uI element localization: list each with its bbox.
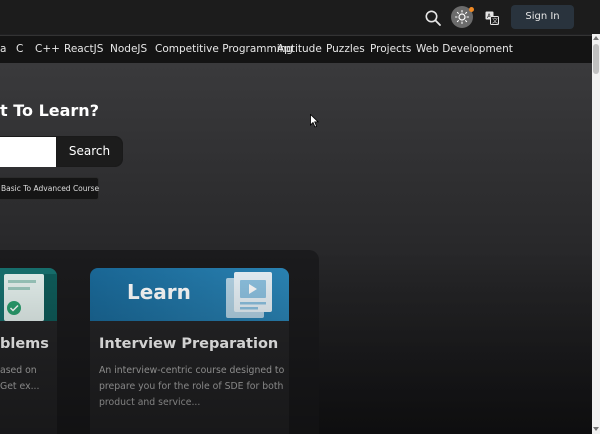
nav-item-web-development[interactable]: Web Development (416, 36, 513, 63)
search-icon[interactable] (424, 9, 442, 27)
notification-dot (469, 7, 474, 12)
card-title: blems (0, 336, 49, 352)
card-description: An interview-centric course designed to … (99, 365, 285, 408)
certificate-icon (4, 274, 57, 321)
scroll-up-icon[interactable] (593, 36, 599, 40)
card-description: ased on Get ex... (0, 365, 40, 392)
course-suggestion-chip[interactable]: Basic To Advanced Course (0, 177, 99, 200)
scrollbar-thumb[interactable] (593, 44, 599, 74)
translate-icon[interactable]: A 文 (485, 10, 499, 25)
mouse-cursor-icon (310, 114, 320, 128)
page-scrollbar[interactable] (592, 34, 600, 434)
scroll-down-icon[interactable] (593, 427, 599, 431)
video-lesson-icon (226, 272, 272, 318)
nav-item-aptitude[interactable]: Aptitude (277, 36, 322, 63)
nav-item-competitive-programming[interactable]: Competitive Programming (155, 36, 293, 63)
nav-item-projects[interactable]: Projects (370, 36, 411, 63)
topic-nav: a C C++ ReactJS NodeJS Competitive Progr… (0, 35, 600, 64)
nav-item-a[interactable]: a (0, 36, 6, 63)
card-title: Interview Preparation (99, 336, 279, 352)
top-header: A 文 Sign In (0, 0, 600, 34)
sign-in-button[interactable]: Sign In (511, 5, 574, 29)
nav-item-c[interactable]: C (16, 36, 23, 63)
course-card[interactable]: blems ased on Get ex... (0, 268, 57, 434)
card-banner: Learn (90, 268, 289, 321)
course-card-interview-preparation[interactable]: Learn Interview Preparation An interview… (90, 268, 289, 434)
card-banner (0, 268, 57, 321)
main-content: t To Learn? Search Basic To Advanced Cou… (0, 63, 598, 434)
nav-item-puzzles[interactable]: Puzzles (326, 36, 365, 63)
svg-text:文: 文 (492, 17, 498, 25)
nav-item-nodejs[interactable]: NodeJS (110, 36, 147, 63)
search-button[interactable]: Search (57, 137, 122, 166)
nav-item-cpp[interactable]: C++ (35, 36, 60, 63)
course-search-input[interactable] (0, 137, 56, 167)
hero-heading: t To Learn? (0, 101, 99, 120)
nav-item-reactjs[interactable]: ReactJS (64, 36, 103, 63)
